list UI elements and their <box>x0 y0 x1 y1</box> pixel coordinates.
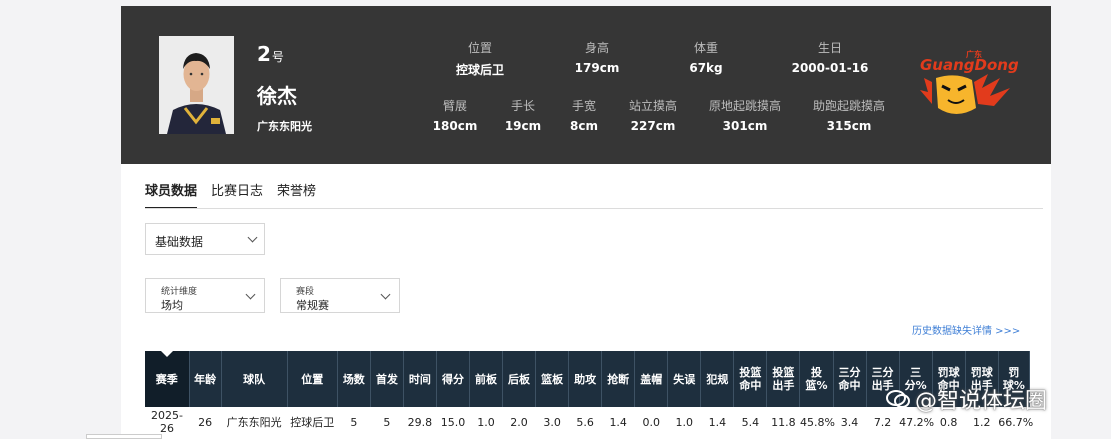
table-cell: 2.0 <box>502 407 536 437</box>
table-cell: 1.4 <box>700 407 734 437</box>
chevron-down-icon <box>380 289 391 300</box>
col-header[interactable]: 球队 <box>221 351 288 407</box>
partial-element <box>86 434 162 439</box>
attr-standing-reach: 站立摸高 227cm <box>628 99 677 133</box>
col-header[interactable]: 首发 <box>370 351 404 407</box>
col-header[interactable]: 位置 <box>287 351 338 407</box>
table-cell: 0.0 <box>634 407 668 437</box>
tab-bar: 球员数据 比赛日志 荣誉榜 <box>145 180 316 209</box>
attr-birthday: 生日 2000-01-16 <box>791 41 869 75</box>
col-header[interactable]: 赛季 <box>145 351 190 407</box>
player-team: 广东东阳光 <box>257 120 312 133</box>
col-header[interactable]: 场数 <box>337 351 371 407</box>
table-cell: 11.8 <box>766 407 800 437</box>
col-header[interactable]: 盖帽 <box>634 351 669 407</box>
dimension-select[interactable]: 统计维度 场均 <box>145 278 265 313</box>
col-header[interactable]: 前板 <box>469 351 504 407</box>
col-header[interactable]: 抢断 <box>601 351 636 407</box>
tab-player-stats[interactable]: 球员数据 <box>145 180 198 209</box>
col-header[interactable]: 失误 <box>667 351 702 407</box>
col-header[interactable]: 三分命中 <box>833 351 867 407</box>
chevron-down-icon <box>247 232 258 243</box>
table-cell: 广东东阳光 <box>221 407 288 437</box>
col-header[interactable]: 时间 <box>403 351 437 407</box>
player-card: 2号 徐杰 广东东阳光 位置 控球后卫 身高 179cm 体重 67kg 生日 2000… <box>121 6 1051 439</box>
table-cell: 2025-26 <box>145 407 190 437</box>
attr-running-vertical: 助跑起跳摸高 315cm <box>812 99 885 133</box>
table-cell: 5 <box>337 407 371 437</box>
col-header[interactable]: 后板 <box>502 351 537 407</box>
table-cell: 15.0 <box>436 407 470 437</box>
col-header[interactable]: 投篮命中 <box>733 351 768 407</box>
stage-select[interactable]: 赛段 常规赛 <box>280 278 400 313</box>
table-cell: 29.8 <box>403 407 437 437</box>
table-cell: 45.8% <box>799 407 835 437</box>
history-data-link[interactable]: 历史数据缺失详情 >>> <box>912 322 1020 337</box>
attr-standing-vertical: 原地起跳摸高 301cm <box>708 99 781 133</box>
col-header[interactable]: 得分 <box>436 351 470 407</box>
player-photo <box>159 36 234 134</box>
col-header[interactable]: 助攻 <box>568 351 603 407</box>
tab-game-log[interactable]: 比赛日志 <box>211 180 263 209</box>
col-header[interactable]: 年龄 <box>189 351 222 407</box>
player-name: 徐杰 <box>257 84 297 108</box>
table-cell: 1.0 <box>667 407 701 437</box>
table-cell: 3.0 <box>535 407 569 437</box>
col-header[interactable]: 犯规 <box>700 351 735 407</box>
col-header[interactable]: 篮板 <box>535 351 570 407</box>
col-header[interactable]: 投篮% <box>799 351 834 407</box>
attr-position: 位置 控球后卫 <box>455 41 504 77</box>
stat-type-select[interactable]: 基础数据 <box>145 223 265 255</box>
table-cell: 26 <box>189 407 222 437</box>
table-cell: 1.0 <box>469 407 503 437</box>
tab-honors[interactable]: 荣誉榜 <box>277 180 316 209</box>
table-cell: 5.4 <box>733 407 767 437</box>
player-header: 2号 徐杰 广东东阳光 位置 控球后卫 身高 179cm 体重 67kg 生日 2000… <box>121 6 1051 164</box>
watermark: @智说体坛圈 <box>885 383 1047 415</box>
svg-text:GuangDong: GuangDong <box>920 56 1018 74</box>
table-cell: 控球后卫 <box>287 407 338 437</box>
table-cell: 5 <box>370 407 404 437</box>
jersey-number: 2号 <box>257 42 284 66</box>
chat-bubble-icon <box>886 390 910 408</box>
table-cell: 5.6 <box>568 407 602 437</box>
chevron-down-icon <box>245 289 256 300</box>
table-cell: 1.4 <box>601 407 635 437</box>
team-logo-icon: 广东 GuangDong <box>920 49 1018 114</box>
attr-height: 身高 179cm <box>574 41 620 75</box>
col-header[interactable]: 投篮出手 <box>766 351 801 407</box>
attr-weight: 体重 67kg <box>689 41 723 75</box>
table-cell: 3.4 <box>833 407 867 437</box>
tab-divider <box>145 208 1043 209</box>
